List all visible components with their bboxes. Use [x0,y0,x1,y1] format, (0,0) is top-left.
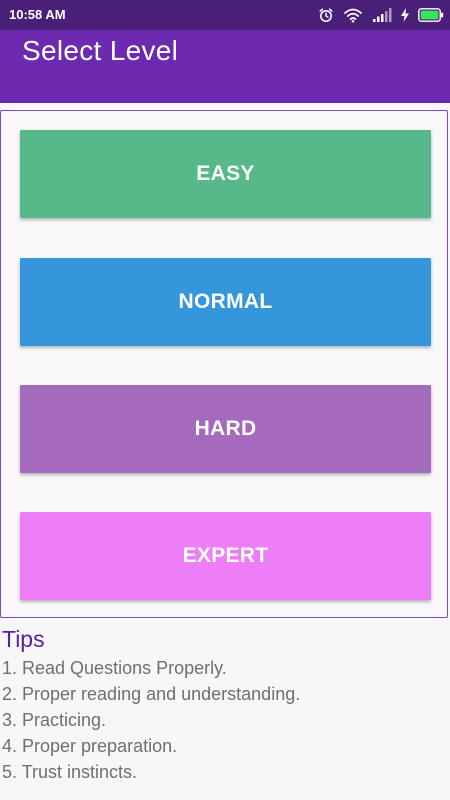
page-title: Select Level [22,35,179,66]
level-panel: EASY NORMAL HARD EXPERT [0,110,448,618]
tip-item: 4. Proper preparation. [2,736,178,756]
alarm-clock-icon [318,7,334,23]
charging-bolt-icon [401,8,409,22]
status-time: 10:58 AM [9,7,66,22]
battery-icon [418,8,444,22]
easy-level-button[interactable]: EASY [20,130,431,218]
tip-item: 2. Proper reading and understanding. [2,684,301,704]
normal-level-button[interactable]: NORMAL [20,258,431,346]
app-bar: Select Level [0,30,450,103]
status-bar: 10:58 AM [0,0,450,30]
tip-item: 5. Trust instincts. [2,762,138,782]
tip-item: 3. Practicing. [2,710,107,730]
tips-title: Tips [2,626,45,652]
hard-level-button[interactable]: HARD [20,385,431,473]
expert-level-button[interactable]: EXPERT [20,512,431,600]
wifi-icon [343,7,363,23]
tip-item: 1. Read Questions Properly. [2,658,227,678]
status-icons [318,6,444,24]
signal-icon [372,7,392,23]
tips-list: 1. Read Questions Properly. 2. Proper re… [2,656,300,786]
